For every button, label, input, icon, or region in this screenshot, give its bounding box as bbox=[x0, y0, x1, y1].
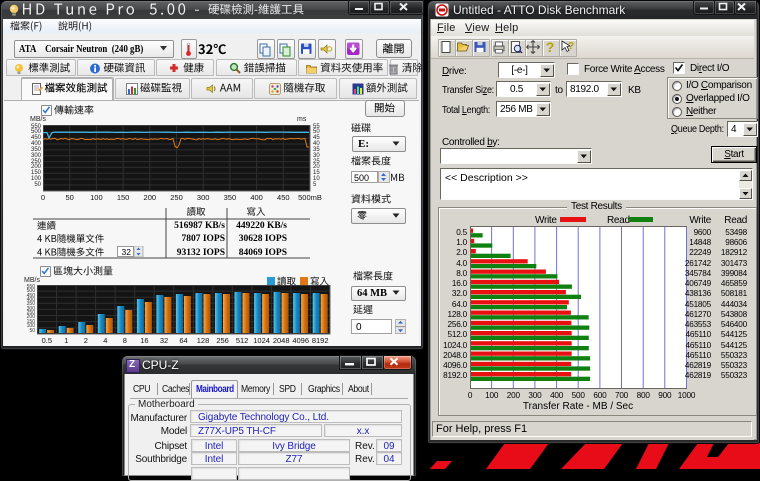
svg-text:?: ? bbox=[568, 41, 574, 52]
svg-text:?: ? bbox=[546, 39, 555, 55]
